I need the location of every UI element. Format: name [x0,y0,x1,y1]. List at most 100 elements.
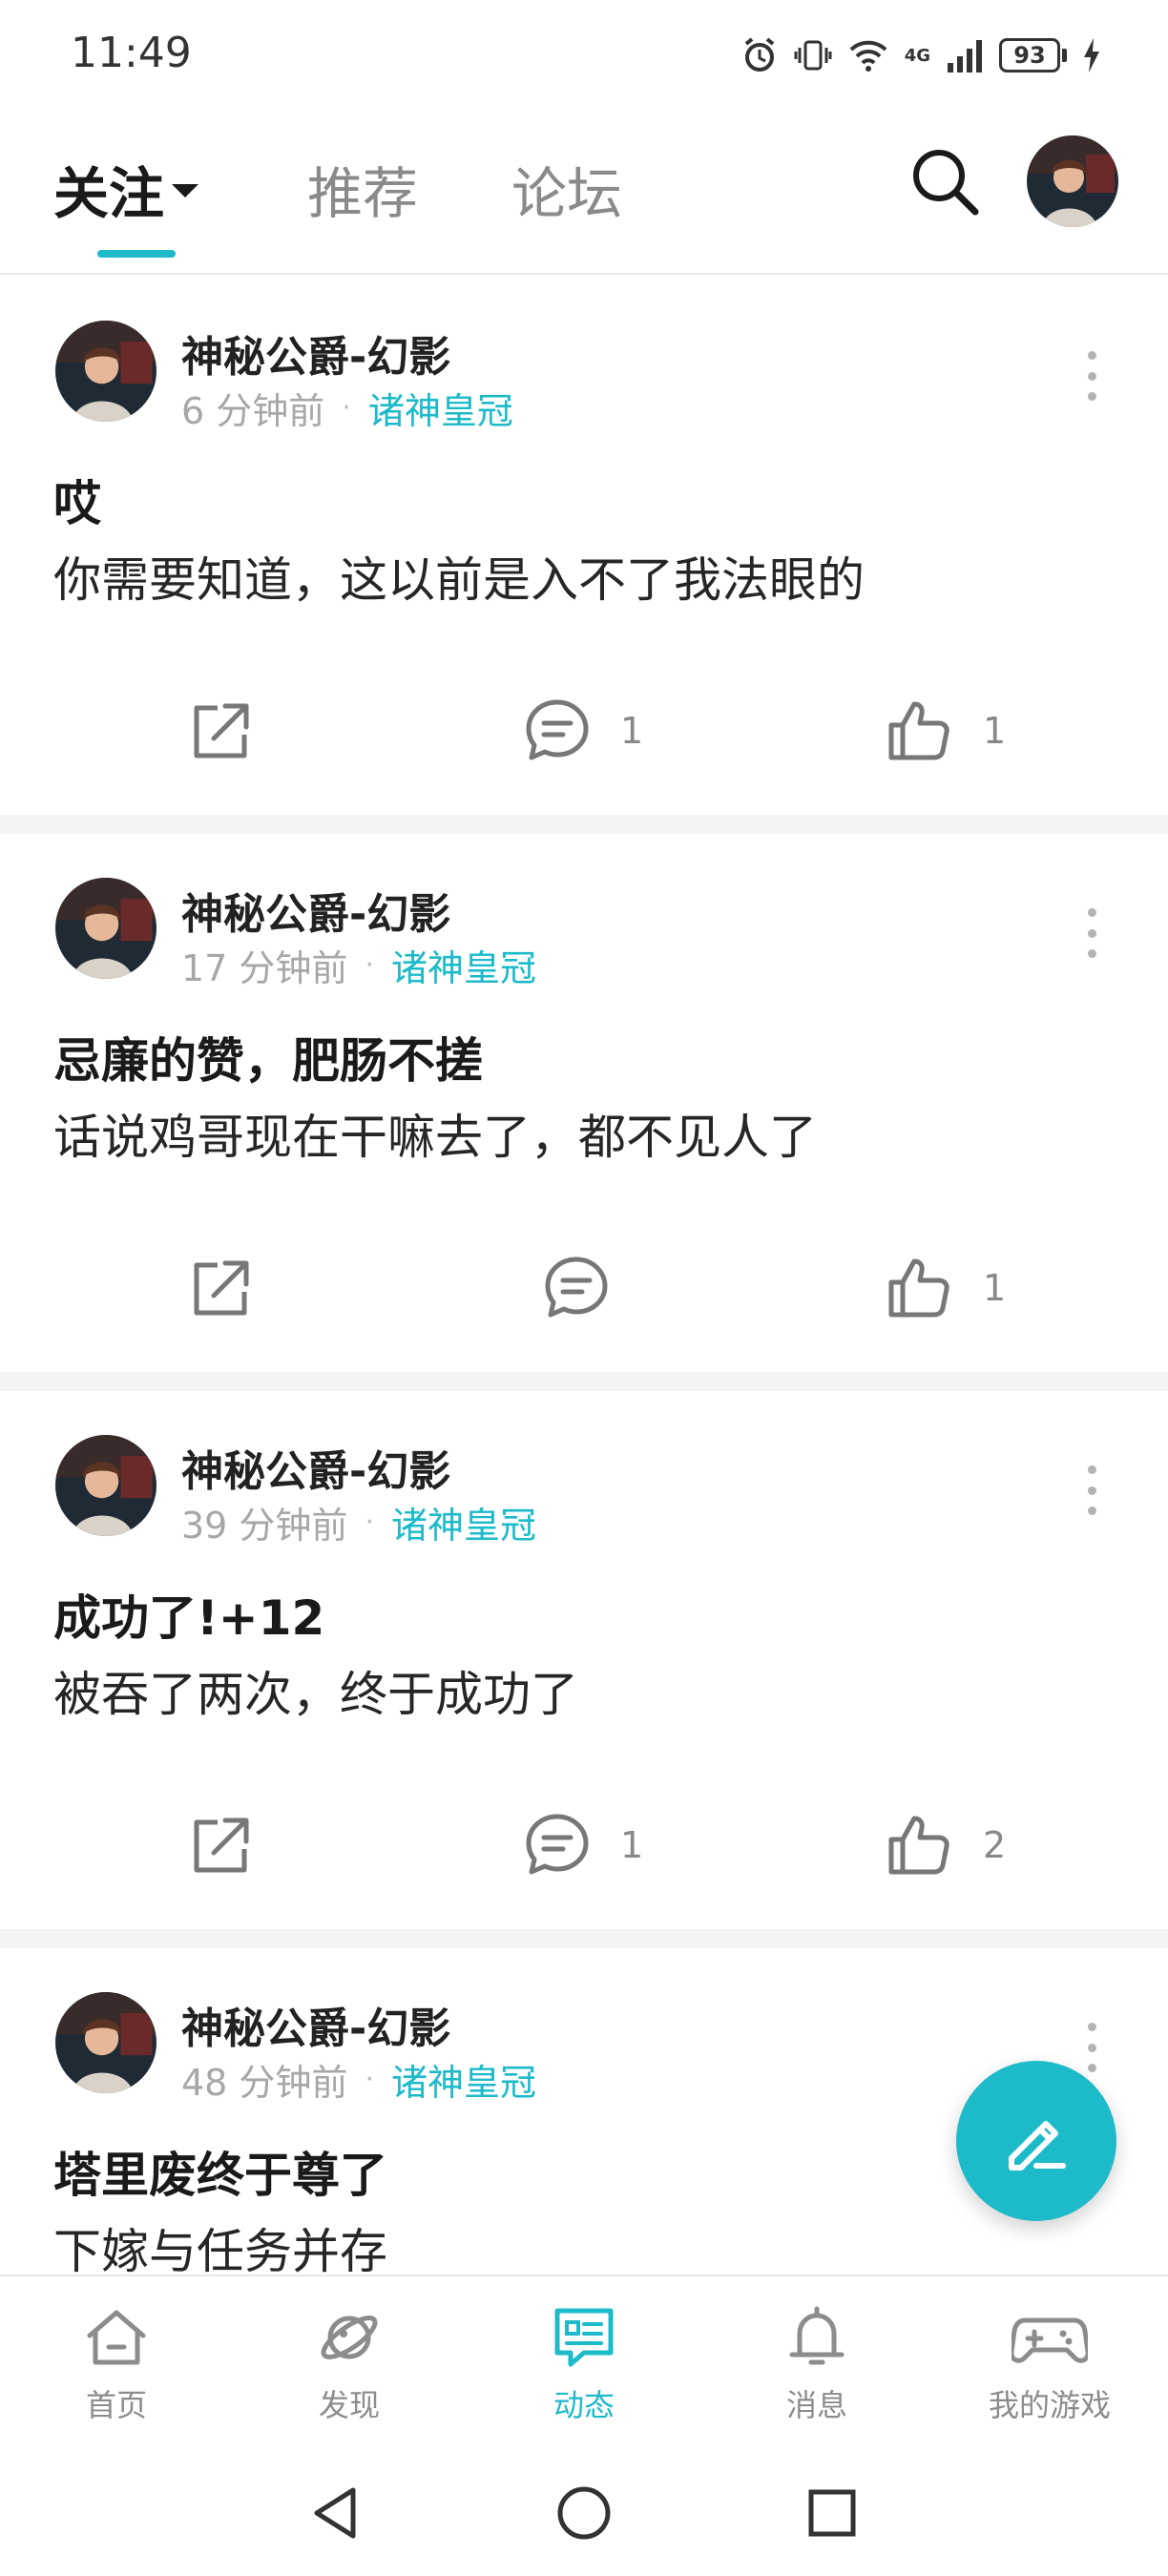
charging-icon [1084,38,1099,73]
share-icon [194,703,249,758]
post-title[interactable]: 塔里废终于尊了 [53,2137,387,2206]
forum-link[interactable]: 诸神皇冠 [391,1496,536,1548]
like-count: 2 [983,1824,1007,1866]
nav-messages-label: 消息 [785,2387,847,2423]
top-nav: 关注 推荐 论坛 [0,114,1168,275]
comment-button[interactable] [542,1254,611,1322]
post-body[interactable]: 被吞了两次，终于成功了 [53,1656,578,1725]
post-time: 6 分钟前 [181,390,325,432]
network-label: 4G [904,45,930,66]
forum-link[interactable]: 诸神皇冠 [391,939,536,991]
gamepad-icon [1012,2317,1088,2363]
active-tab-indicator [97,250,176,258]
nav-feed-label: 动态 [553,2387,615,2423]
pen-icon [1009,2121,1066,2171]
post-actions: 1 1 [0,687,1168,773]
thumbs-up-icon [888,701,949,760]
post-title[interactable]: 成功了!+12 [53,1580,324,1649]
back-icon[interactable] [305,2483,366,2544]
separator-dot: · [365,2063,374,2096]
comment-count: 1 [620,1824,644,1866]
post-title[interactable]: 哎 [53,466,101,534]
post-meta: 48 分钟前 · 诸神皇冠 [181,2053,536,2106]
post-time: 39 分钟前 [181,1505,348,1547]
share-button[interactable] [185,1254,254,1322]
author-name[interactable]: 神秘公爵-幻影 [181,880,450,941]
like-button[interactable]: 1 [886,696,1006,765]
tab-follow[interactable]: 关注 [53,149,199,229]
author-name[interactable]: 神秘公爵-幻影 [181,1437,450,1498]
share-icon [194,1818,249,1873]
more-options-icon[interactable] [1074,1465,1109,1515]
divider [0,1929,1168,1948]
more-options-icon[interactable] [1074,908,1109,958]
status-bar: 11:49 4G 93 [0,0,1168,114]
home-icon [87,2310,146,2365]
share-button[interactable] [185,1811,254,1880]
tab-recommend[interactable]: 推荐 [307,149,418,229]
post-body[interactable]: 你需要知道，这以前是入不了我法眼的 [53,542,865,611]
wifi-icon [849,40,887,72]
forum-link[interactable]: 诸神皇冠 [368,382,513,434]
home-circle-icon[interactable] [553,2483,615,2544]
post-card[interactable]: 神秘公爵-幻影 39 分钟前 · 诸神皇冠 成功了!+12 被吞了两次，终于成功… [0,1391,1168,1929]
separator-dot: · [365,1506,374,1539]
nav-my-games[interactable]: 我的游戏 [954,2303,1145,2425]
share-icon [194,1260,249,1316]
post-time: 17 分钟前 [181,947,348,989]
author-avatar[interactable] [55,878,156,979]
post-body[interactable]: 话说鸡哥现在干嘛去了，都不见人了 [53,1099,817,1168]
author-avatar[interactable] [55,321,156,422]
search-button[interactable] [907,143,983,219]
user-avatar[interactable] [1027,135,1118,227]
post-body[interactable]: 下嫁与任务并存 [53,2213,387,2282]
post-meta: 6 分钟前 · 诸神皇冠 [181,382,513,434]
like-button[interactable]: 2 [886,1811,1006,1880]
forum-link[interactable]: 诸神皇冠 [391,2053,536,2106]
author-name[interactable]: 神秘公爵-幻影 [181,1994,450,2055]
battery-indicator: 93 [999,38,1067,73]
nav-home-label: 首页 [85,2387,147,2423]
post-card[interactable]: 神秘公爵-幻影 17 分钟前 · 诸神皇冠 忌廉的赞，肥肠不搓 话说鸡哥现在干嘛… [0,834,1168,1372]
nav-messages[interactable]: 消息 [721,2303,912,2425]
thumbs-up-icon [888,1816,949,1875]
caret-down-icon[interactable] [172,184,199,197]
nav-discover-label: 发现 [318,2387,380,2423]
comment-icon [545,1257,608,1318]
post-actions: 1 [0,1244,1168,1330]
search-icon [913,150,979,216]
status-icons: 4G 93 [740,34,1101,76]
nav-my-games-label: 我的游戏 [988,2387,1111,2423]
tab-forum[interactable]: 论坛 [511,149,622,229]
author-avatar[interactable] [55,1992,156,2093]
feed-icon [554,2308,614,2367]
post-actions: 1 2 [0,1801,1168,1887]
system-nav-bar [0,2450,1168,2576]
status-time: 11:49 [71,29,192,77]
post-meta: 17 分钟前 · 诸神皇冠 [181,939,536,991]
more-options-icon[interactable] [1074,2023,1109,2072]
comment-icon [526,699,589,760]
like-count: 1 [983,1267,1007,1309]
comment-count: 1 [620,710,644,752]
share-button[interactable] [185,696,254,765]
divider [0,1372,1168,1391]
post-meta: 39 分钟前 · 诸神皇冠 [181,1496,536,1548]
post-card[interactable]: 神秘公爵-幻影 6 分钟前 · 诸神皇冠 哎 你需要知道，这以前是入不了我法眼的… [0,277,1168,815]
vibrate-icon [794,40,832,71]
comment-button[interactable]: 1 [523,696,643,765]
author-avatar[interactable] [55,1435,156,1536]
alarm-icon [744,37,774,72]
more-options-icon[interactable] [1074,351,1109,401]
recent-apps-icon[interactable] [802,2483,863,2544]
nav-discover[interactable]: 发现 [254,2303,445,2425]
comment-button[interactable]: 1 [523,1811,643,1880]
compose-post-button[interactable] [956,2061,1116,2221]
comment-icon [526,1814,589,1875]
author-name[interactable]: 神秘公爵-幻影 [181,322,450,384]
like-button[interactable]: 1 [886,1254,1006,1322]
nav-feed[interactable]: 动态 [489,2303,679,2425]
nav-home[interactable]: 首页 [21,2303,212,2425]
post-title[interactable]: 忌廉的赞，肥肠不搓 [53,1023,483,1091]
separator-dot: · [365,948,374,982]
